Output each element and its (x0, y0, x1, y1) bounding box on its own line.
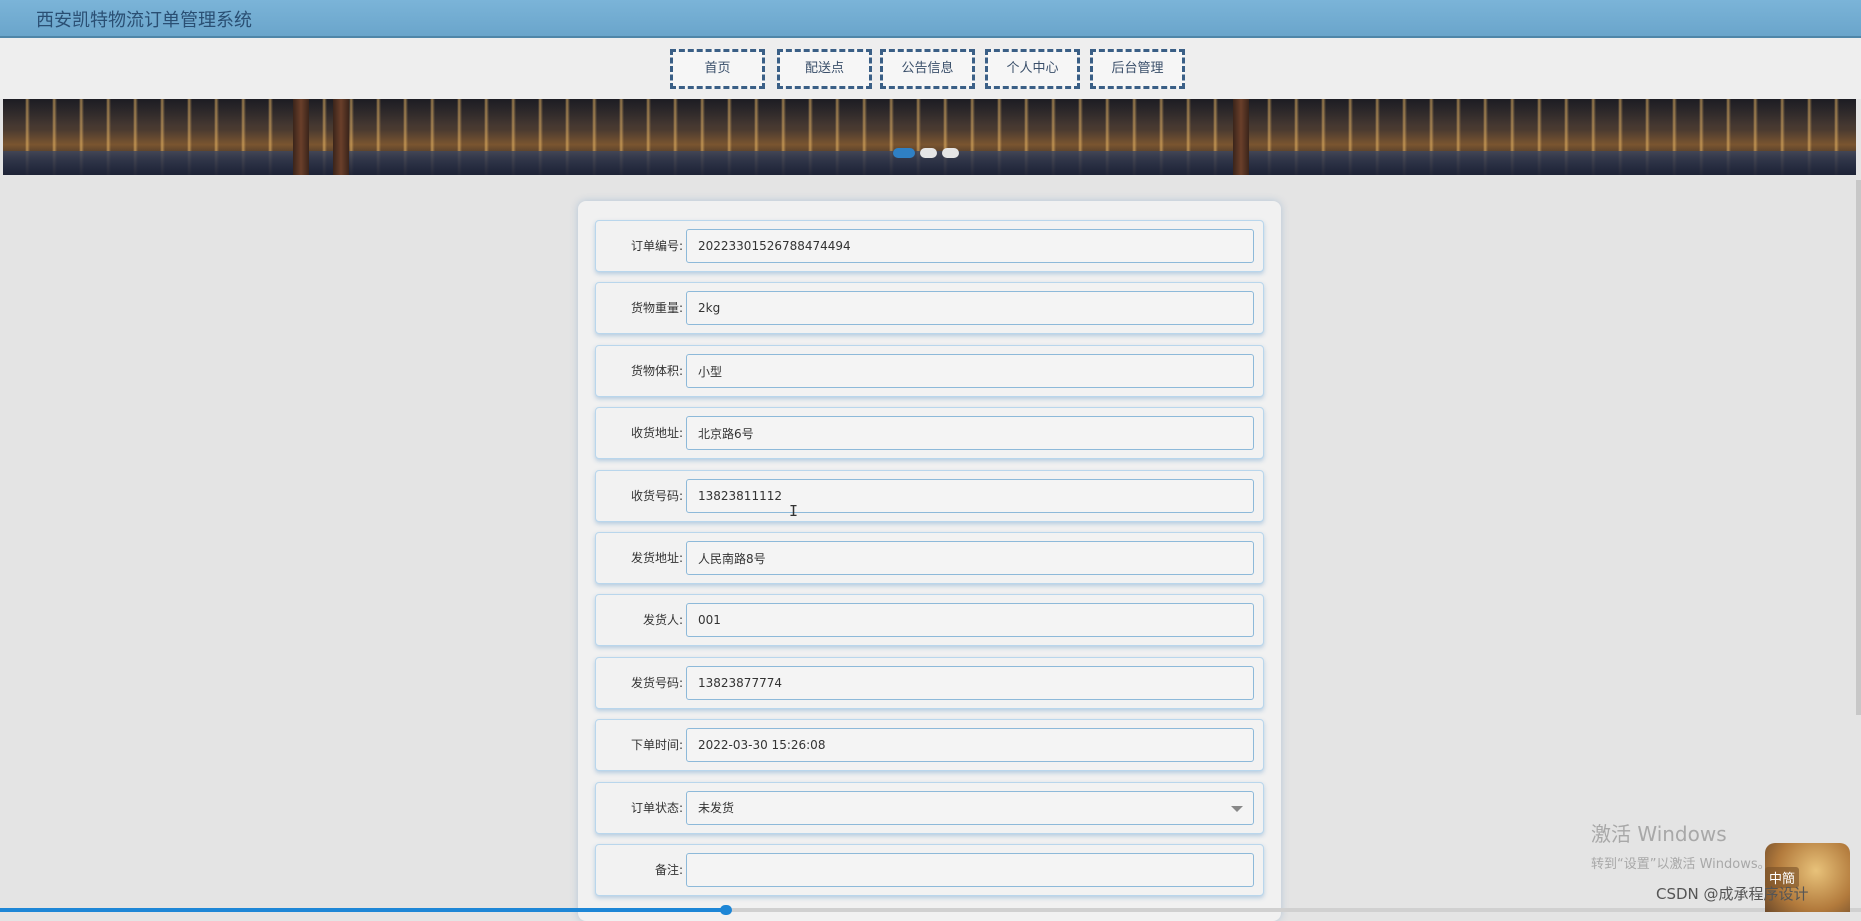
form-row-delivery-address: 收货地址: (595, 407, 1264, 459)
activate-windows-hint: 转到“设置”以激活 Windows。 (1591, 857, 1771, 872)
form-row-order-number: 订单编号: (595, 220, 1264, 272)
page-scrollbar[interactable] (1856, 180, 1861, 715)
form-row-order-time: 下单时间: (595, 719, 1264, 771)
order-form: 订单编号: 货物重量: 货物体积: 收货地址: 收货号码: 发货地址: 发货人:… (578, 201, 1281, 921)
carousel-dot-1[interactable] (893, 148, 915, 158)
carousel-dot-2[interactable] (920, 148, 937, 158)
delivery-address-input[interactable] (686, 416, 1254, 450)
sender-address-label: 发货地址: (630, 551, 683, 565)
form-row-sender: 发货人: (595, 594, 1264, 646)
text-cursor-icon: I (789, 502, 799, 520)
chevron-down-icon[interactable] (1231, 806, 1243, 812)
receiver-phone-label: 收货号码: (630, 489, 683, 503)
form-row-sender-address: 发货地址: (595, 532, 1264, 584)
nav-home[interactable]: 首页 (670, 49, 765, 89)
volume-label: 货物体积: (630, 364, 683, 378)
nav-delivery-points[interactable]: 配送点 (777, 49, 872, 89)
carousel-indicators (893, 148, 959, 158)
order-number-input[interactable] (686, 229, 1254, 263)
nav-personal-center[interactable]: 个人中心 (985, 49, 1080, 89)
banner-post (1233, 99, 1249, 175)
sender-label: 发货人: (642, 613, 683, 627)
app-title: 西安凯特物流订单管理系统 (36, 10, 252, 31)
sender-phone-label: 发货号码: (630, 676, 683, 690)
volume-input[interactable] (686, 354, 1254, 388)
sender-phone-input[interactable] (686, 666, 1254, 700)
nav-announcements[interactable]: 公告信息 (880, 49, 975, 89)
windows-activation-watermark: 激活 Windows 转到“设置”以激活 Windows。 (1591, 818, 1771, 872)
form-row-order-status: 订单状态: 未发货 (595, 782, 1264, 834)
remarks-input[interactable] (686, 853, 1254, 887)
nav-admin[interactable]: 后台管理 (1090, 49, 1185, 89)
banner-post (333, 99, 349, 175)
order-status-label: 订单状态: (630, 801, 683, 815)
remarks-label: 备注: (654, 863, 683, 877)
carousel-dot-3[interactable] (942, 148, 959, 158)
order-status-select[interactable]: 未发货 (686, 791, 1254, 825)
title-bar: 西安凯特物流订单管理系统 (0, 0, 1861, 38)
form-row-receiver-phone: 收货号码: (595, 470, 1264, 522)
progress-fill (0, 908, 726, 912)
weight-label: 货物重量: (630, 301, 683, 315)
page-progress (0, 905, 1861, 915)
weight-input[interactable] (686, 291, 1254, 325)
order-status-value: 未发货 (698, 801, 735, 815)
main-nav: 首页 配送点 公告信息 个人中心 后台管理 (0, 38, 1861, 99)
order-time-input[interactable] (686, 728, 1254, 762)
form-row-sender-phone: 发货号码: (595, 657, 1264, 709)
banner-post (293, 99, 309, 175)
banner-carousel (3, 99, 1856, 175)
form-row-weight: 货物重量: (595, 282, 1264, 334)
delivery-address-label: 收货地址: (630, 426, 683, 440)
order-number-label: 订单编号: (630, 239, 683, 253)
form-row-volume: 货物体积: (595, 345, 1264, 397)
receiver-phone-input[interactable] (686, 479, 1254, 513)
sender-input[interactable] (686, 603, 1254, 637)
form-row-remarks: 备注: (595, 844, 1264, 896)
progress-knob[interactable] (719, 905, 732, 915)
activate-windows-title: 激活 Windows (1591, 822, 1727, 846)
order-time-label: 下单时间: (630, 738, 683, 752)
sender-address-input[interactable] (686, 541, 1254, 575)
csdn-watermark: CSDN @成承程序设计 (1656, 885, 1809, 903)
